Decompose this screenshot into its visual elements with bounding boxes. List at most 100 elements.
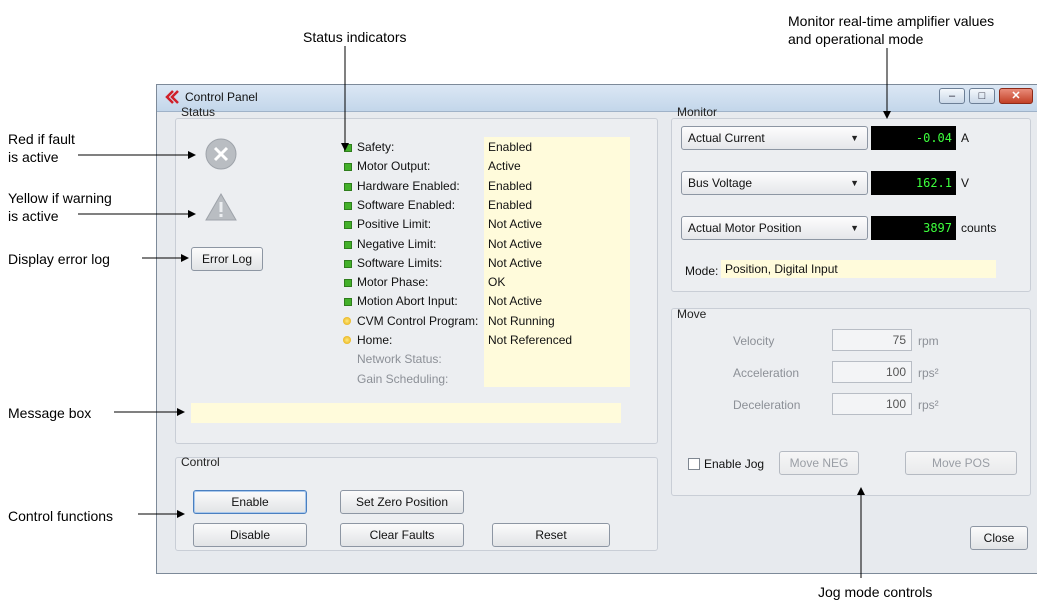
callout-control-functions: Control functions bbox=[8, 508, 114, 524]
callout-monitor-line2: and operational mode bbox=[788, 31, 924, 47]
status-value: OK bbox=[488, 275, 506, 289]
status-label: Software Enabled: bbox=[357, 198, 456, 212]
callout-red-fault-line2: is active bbox=[8, 149, 59, 165]
deceleration-field[interactable]: 100 bbox=[832, 393, 912, 415]
close-window-button[interactable]: ✕ bbox=[999, 88, 1033, 104]
status-led-green-icon bbox=[344, 279, 352, 287]
callout-status-indicators: Status indicators bbox=[303, 29, 407, 45]
status-label: Network Status: bbox=[357, 352, 442, 366]
maximize-icon: □ bbox=[978, 90, 986, 102]
status-led-green-icon bbox=[344, 163, 352, 171]
callout-message-box: Message box bbox=[8, 405, 92, 421]
status-value: Not Active bbox=[488, 237, 543, 251]
monitor-unit-3: counts bbox=[961, 221, 997, 235]
status-led-green-icon bbox=[344, 144, 352, 152]
set-zero-position-button[interactable]: Set Zero Position bbox=[340, 490, 464, 514]
monitor-select-2-value: Bus Voltage bbox=[688, 176, 753, 190]
monitor-value-2: 162.1 bbox=[871, 171, 956, 195]
deceleration-label: Deceleration bbox=[733, 398, 801, 412]
monitor-value-3: 3897 bbox=[871, 216, 956, 240]
minimize-icon: – bbox=[948, 90, 956, 102]
monitor-select-3-value: Actual Motor Position bbox=[688, 221, 802, 235]
status-label: Motor Output: bbox=[357, 159, 431, 173]
status-led-yellow-icon bbox=[343, 317, 351, 325]
minimize-button[interactable]: – bbox=[939, 88, 965, 104]
monitor-select-2[interactable]: Bus Voltage ▼ bbox=[681, 171, 868, 195]
status-led-green-icon bbox=[344, 183, 352, 191]
status-value: Not Referenced bbox=[488, 333, 573, 347]
status-value: Not Running bbox=[488, 314, 555, 328]
monitor-value-1: -0.04 bbox=[871, 126, 956, 150]
acceleration-unit: rps² bbox=[918, 366, 939, 380]
status-label: Motor Phase: bbox=[357, 275, 429, 289]
control-group-title: Control bbox=[181, 455, 220, 469]
status-value: Enabled bbox=[488, 179, 533, 193]
status-value: Not Active bbox=[488, 217, 543, 231]
status-label: Motion Abort Input: bbox=[357, 294, 458, 308]
status-led-green-icon bbox=[344, 260, 352, 268]
client-area: Status Error Log Safety: Enabled Motor Out… bbox=[157, 105, 1037, 573]
disable-button[interactable]: Disable bbox=[193, 523, 307, 547]
status-led-yellow-icon bbox=[343, 336, 351, 344]
status-value: Not Active bbox=[488, 256, 543, 270]
move-neg-button[interactable]: Move NEG bbox=[779, 451, 859, 475]
clear-faults-button[interactable]: Clear Faults bbox=[340, 523, 464, 547]
chevron-down-icon: ▼ bbox=[850, 178, 859, 188]
status-led-green-icon bbox=[344, 202, 352, 210]
monitor-unit-2: V bbox=[961, 176, 970, 190]
message-box bbox=[191, 403, 621, 423]
status-label: Positive Limit: bbox=[357, 217, 432, 231]
acceleration-label: Acceleration bbox=[733, 366, 800, 380]
status-label: Hardware Enabled: bbox=[357, 179, 460, 193]
monitor-select-1-value: Actual Current bbox=[688, 131, 765, 145]
enable-jog-label: Enable Jog bbox=[704, 457, 765, 471]
mode-label: Mode: bbox=[685, 264, 719, 278]
title-bar[interactable]: Control Panel – □ ✕ bbox=[157, 85, 1037, 112]
error-log-button[interactable]: Error Log bbox=[191, 247, 263, 271]
move-group-title: Move bbox=[677, 307, 707, 321]
status-led-green-icon bbox=[344, 298, 352, 306]
status-value: Not Active bbox=[488, 294, 543, 308]
deceleration-unit: rps² bbox=[918, 398, 939, 412]
maximize-button[interactable]: □ bbox=[969, 88, 995, 104]
status-led-green-icon bbox=[344, 241, 352, 249]
status-led-green-icon bbox=[344, 221, 352, 229]
callout-jog-mode-controls: Jog mode controls bbox=[818, 584, 933, 600]
enable-jog-checkbox[interactable] bbox=[688, 458, 700, 470]
status-label: Home: bbox=[357, 333, 393, 347]
monitor-group-title: Monitor bbox=[677, 105, 718, 119]
status-value: Active bbox=[488, 159, 521, 173]
status-label: Software Limits: bbox=[357, 256, 443, 270]
move-pos-button[interactable]: Move POS bbox=[905, 451, 1017, 475]
chevron-down-icon: ▼ bbox=[850, 133, 859, 143]
close-button[interactable]: Close bbox=[970, 526, 1028, 550]
window-title: Control Panel bbox=[185, 90, 258, 104]
status-label: Safety: bbox=[357, 140, 395, 154]
reset-button[interactable]: Reset bbox=[492, 523, 610, 547]
mode-value: Position, Digital Input bbox=[721, 260, 996, 278]
velocity-label: Velocity bbox=[733, 334, 775, 348]
status-value: Enabled bbox=[488, 140, 533, 154]
monitor-select-1[interactable]: Actual Current ▼ bbox=[681, 126, 868, 150]
velocity-unit: rpm bbox=[918, 334, 939, 348]
velocity-field[interactable]: 75 bbox=[832, 329, 912, 351]
app-logo-icon bbox=[165, 90, 179, 104]
acceleration-field[interactable]: 100 bbox=[832, 361, 912, 383]
status-group-title: Status bbox=[181, 105, 216, 119]
status-label: CVM Control Program: bbox=[357, 314, 479, 328]
monitor-select-3[interactable]: Actual Motor Position ▼ bbox=[681, 216, 868, 240]
status-value: Enabled bbox=[488, 198, 533, 212]
enable-button[interactable]: Enable bbox=[193, 490, 307, 514]
callout-red-fault-line1: Red if fault bbox=[8, 131, 75, 147]
callout-display-error-log: Display error log bbox=[8, 251, 110, 267]
control-panel-window: Control Panel – □ ✕ Status Error Log Saf… bbox=[156, 84, 1037, 574]
status-label: Gain Scheduling: bbox=[357, 372, 449, 386]
callout-yellow-warning-line2: is active bbox=[8, 208, 59, 224]
callout-monitor-line1: Monitor real-time amplifier values bbox=[788, 13, 995, 29]
callout-yellow-warning-line1: Yellow if warning bbox=[8, 190, 112, 206]
status-label: Negative Limit: bbox=[357, 237, 437, 251]
monitor-unit-1: A bbox=[961, 131, 970, 145]
chevron-down-icon: ▼ bbox=[850, 223, 859, 233]
close-icon: ✕ bbox=[1011, 90, 1021, 102]
warning-triangle-icon bbox=[205, 192, 237, 221]
